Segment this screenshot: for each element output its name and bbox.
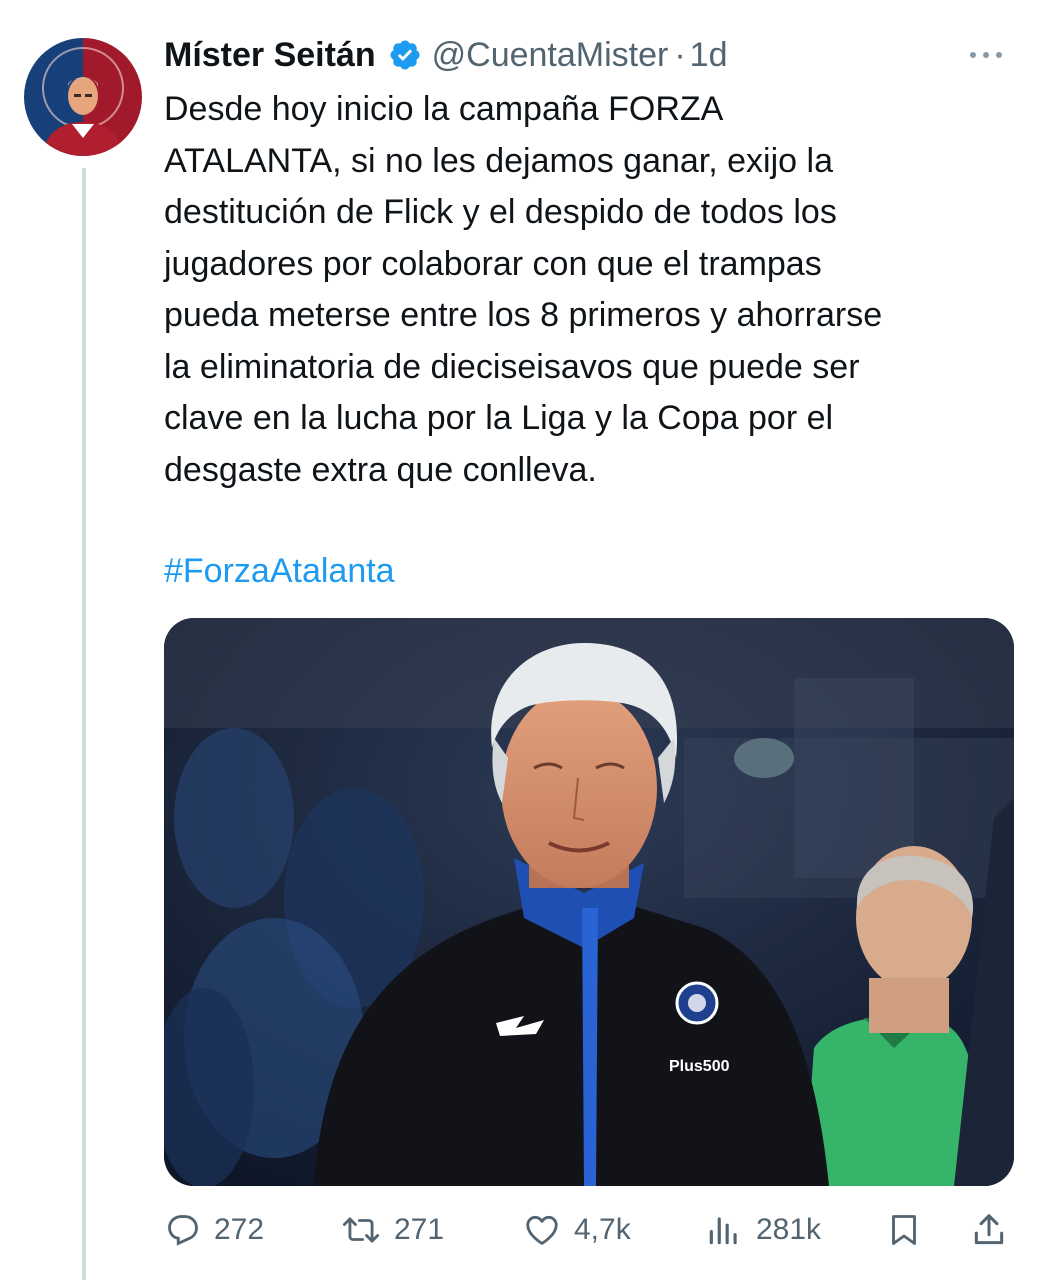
retweet-button[interactable]: 271: [340, 1204, 444, 1256]
heart-icon: [526, 1215, 558, 1245]
coach-photo: Plus500: [164, 618, 1014, 1186]
views-chart-icon: [709, 1217, 737, 1245]
author-display-name[interactable]: Míster Seitán: [164, 36, 376, 75]
views-button[interactable]: 281k: [704, 1204, 821, 1256]
avatar-image: [24, 38, 142, 156]
reply-button[interactable]: 272: [164, 1204, 264, 1256]
bookmark-icon: [892, 1215, 916, 1245]
jacket-sponsor-text: Plus500: [669, 1058, 730, 1075]
retweet-count: 271: [394, 1213, 445, 1246]
thread-line: [82, 168, 86, 1280]
reply-count: 272: [214, 1213, 265, 1246]
tweet-text: Desde hoy inicio la campaña FORZA ATALAN…: [164, 90, 883, 489]
hashtag-link[interactable]: #ForzaAtalanta: [164, 546, 395, 597]
more-options-icon[interactable]: [964, 40, 1008, 70]
bookmark-button[interactable]: [886, 1204, 922, 1256]
verified-badge-icon: [388, 38, 422, 72]
tweet-header: Míster Seitán @CuentaMister · 1d: [164, 30, 1008, 80]
tweet-timestamp[interactable]: 1d: [690, 36, 728, 75]
action-bar: 272 271 4,7k 281k: [164, 1204, 1014, 1256]
share-icon: [974, 1214, 1004, 1245]
tweet-photo[interactable]: Plus500: [164, 618, 1014, 1186]
reply-icon: [168, 1215, 198, 1246]
views-count: 281k: [756, 1213, 822, 1246]
like-count: 4,7k: [574, 1213, 631, 1246]
share-button[interactable]: [970, 1204, 1008, 1256]
tweet[interactable]: Míster Seitán @CuentaMister · 1d Desde h…: [0, 0, 1038, 1280]
header-separator: ·: [674, 35, 686, 74]
like-button[interactable]: 4,7k: [522, 1204, 631, 1256]
author-handle[interactable]: @CuentaMister: [432, 36, 669, 75]
retweet-icon: [342, 1217, 380, 1243]
author-avatar[interactable]: [24, 38, 142, 156]
